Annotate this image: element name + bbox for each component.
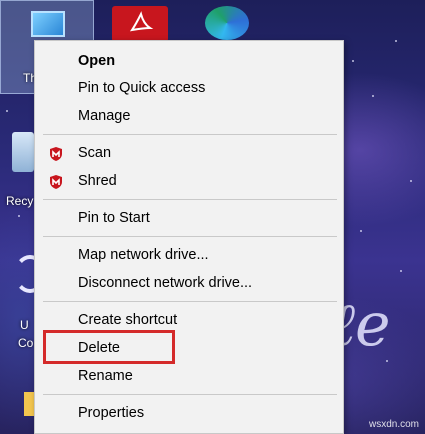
menu-item-label: Pin to Start — [78, 210, 150, 226]
star — [400, 270, 402, 272]
menu-item-shred[interactable]: Shred — [35, 168, 343, 195]
menu-separator — [43, 301, 337, 302]
menu-item-label: Shred — [78, 173, 117, 189]
menu-item-label: Open — [78, 53, 116, 69]
menu-item-label: Map network drive... — [78, 247, 209, 263]
star — [18, 215, 20, 217]
menu-item-label: Manage — [78, 108, 131, 124]
star — [386, 360, 388, 362]
menu-item-disconnect-network-drive[interactable]: Disconnect network drive... — [35, 270, 343, 297]
menu-item-scan[interactable]: Scan — [35, 140, 343, 167]
menu-separator — [43, 134, 337, 135]
menu-item-label: Scan — [78, 145, 112, 161]
desktop-background: Th Recy U Co ℓe wsxdn.com Open Pin to Qu… — [0, 0, 425, 434]
app-label-line1: U — [20, 318, 29, 332]
acrobat-icon — [128, 10, 154, 42]
recycle-bin-label: Recy — [6, 194, 34, 208]
menu-item-label: Rename — [78, 368, 133, 384]
menu-item-properties[interactable]: Properties — [35, 400, 343, 427]
menu-item-label: Pin to Quick access — [78, 80, 206, 96]
star — [372, 95, 374, 97]
star — [6, 110, 8, 112]
menu-item-open[interactable]: Open — [35, 48, 343, 75]
pdf-swirl-icon — [129, 11, 154, 32]
menu-separator — [43, 199, 337, 200]
delete-highlight-box — [43, 330, 175, 364]
star — [410, 180, 412, 182]
recycle-bin-icon[interactable] — [12, 132, 34, 172]
menu-item-pin-to-quick-access[interactable]: Pin to Quick access — [35, 75, 343, 102]
menu-separator — [43, 236, 337, 237]
menu-item-manage[interactable]: Manage — [35, 103, 343, 130]
menu-item-map-network-drive[interactable]: Map network drive... — [35, 242, 343, 269]
edge-desktop-icon[interactable] — [205, 6, 249, 40]
monitor-icon — [31, 11, 65, 37]
app-label-line2: Co — [18, 336, 34, 350]
menu-item-label: Properties — [78, 405, 145, 421]
star — [360, 230, 362, 232]
star — [352, 60, 354, 62]
mcafee-shield-icon — [50, 175, 62, 189]
mcafee-shield-icon — [50, 147, 62, 161]
star — [395, 40, 397, 42]
watermark: wsxdn.com — [368, 419, 419, 430]
menu-separator — [43, 394, 337, 395]
context-menu: Open Pin to Quick access Manage Scan Shr… — [34, 40, 344, 434]
menu-item-pin-to-start[interactable]: Pin to Start — [35, 205, 343, 232]
menu-item-rename[interactable]: Rename — [35, 363, 343, 390]
menu-item-label: Disconnect network drive... — [78, 275, 253, 291]
